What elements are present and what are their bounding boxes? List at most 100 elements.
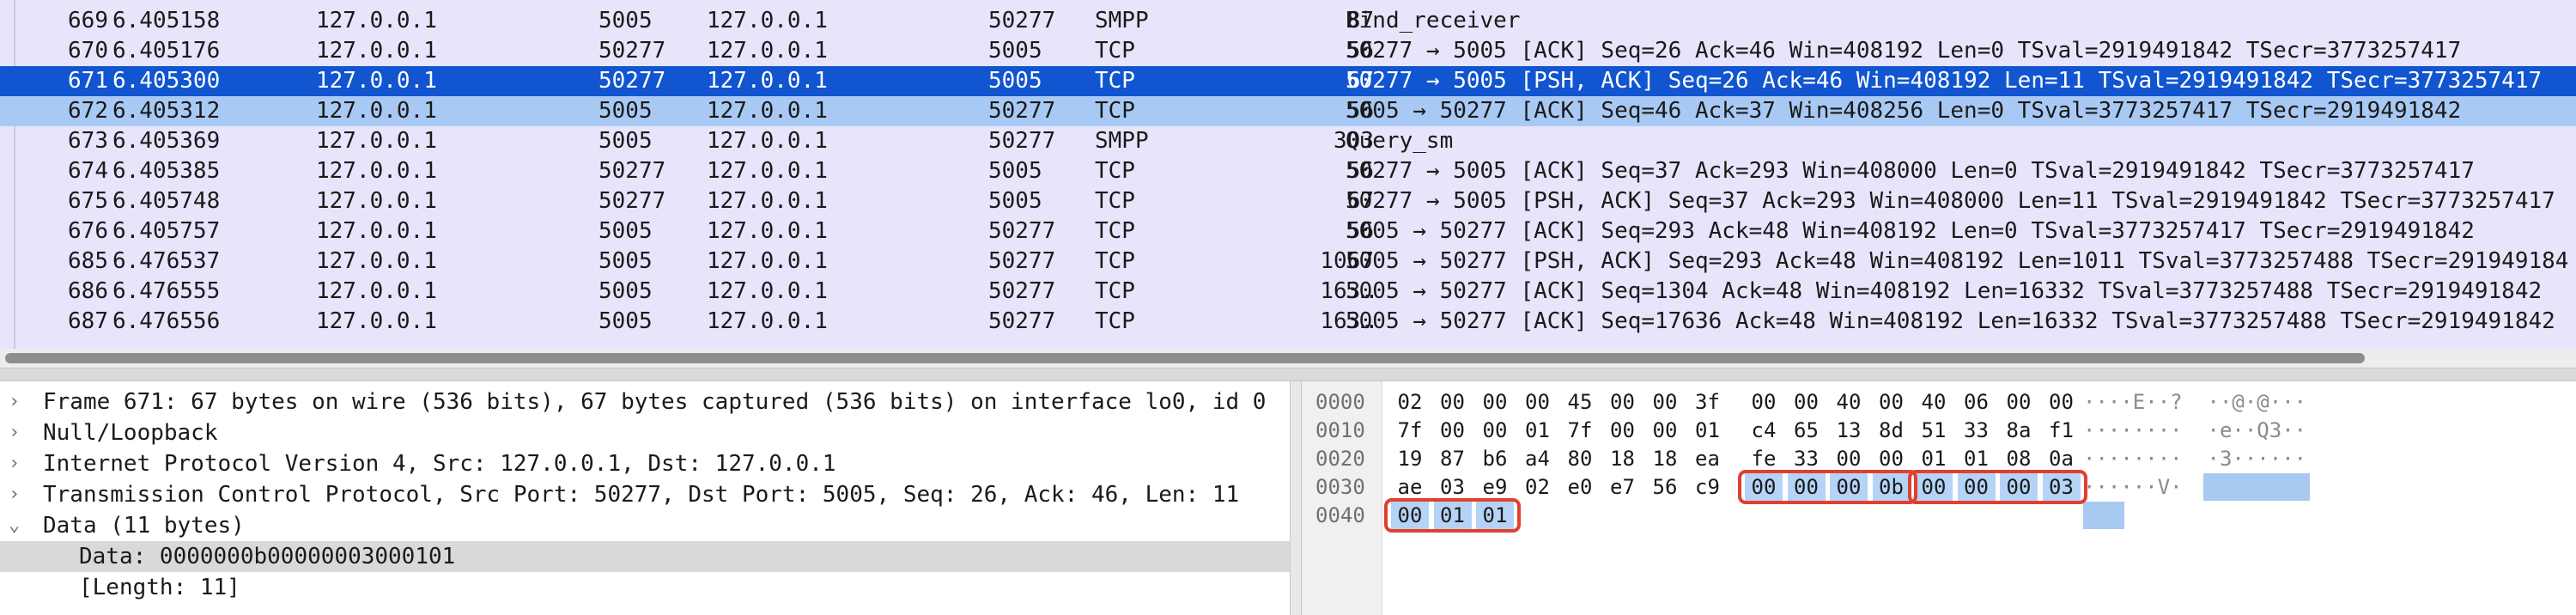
hex-byte[interactable]: 65 [1788,417,1826,444]
packet-row[interactable]: 674 6.405385 127.0.0.1 50277 127.0.0.1 5… [0,156,2576,186]
hex-byte[interactable]: 51 [1915,417,1953,444]
hex-byte[interactable]: 01 [1689,417,1727,444]
pane-splitter[interactable] [0,368,2576,381]
hex-byte[interactable]: 00 [2043,388,2081,416]
chevron-right-icon[interactable]: › [9,387,20,417]
hex-byte[interactable]: 8d [1873,417,1911,444]
hex-byte[interactable]: 00 [2000,388,2038,416]
hex-byte[interactable]: 00 [1476,388,1514,416]
hex-byte[interactable]: 87 [1434,445,1472,472]
tree-item-data-length[interactable]: [Length: 11] [0,572,1290,603]
hex-byte[interactable]: 18 [1646,445,1684,472]
hex-byte[interactable]: 40 [1830,388,1868,416]
hex-byte[interactable]: 02 [1391,388,1429,416]
hex-byte[interactable]: 02 [1519,473,1557,501]
hex-byte[interactable]: 00 [1745,388,1783,416]
hex-byte[interactable]: 56 [1646,473,1684,501]
packet-list[interactable]: 669 6.405158 127.0.0.1 5005 127.0.0.1 50… [0,0,2576,349]
scrollbar-thumb[interactable] [5,353,2365,363]
packet-row[interactable]: 685 6.476537 127.0.0.1 5005 127.0.0.1 50… [0,247,2576,277]
chevron-down-icon[interactable]: ⌄ [9,510,20,541]
tree-item-null-loopback[interactable]: › Null/Loopback [0,417,1290,448]
packet-details-tree[interactable]: › Frame 671: 67 bytes on wire (536 bits)… [0,381,1290,615]
hex-byte[interactable]: 7f [1391,417,1429,444]
packet-bytes-pane[interactable]: 0000 0010 0020 0030 0040 02 00 00 00 45 00 00 3f 00 00… [1302,381,2576,615]
hex-byte[interactable]: 0a [2043,445,2081,472]
packet-row[interactable]: 675 6.405748 127.0.0.1 50277 127.0.0.1 5… [0,186,2576,216]
hex-byte[interactable]: 40 [1915,388,1953,416]
hex-byte[interactable]: e9 [1476,473,1514,501]
packet-row[interactable]: 669 6.405158 127.0.0.1 5005 127.0.0.1 50… [0,6,2576,36]
hex-byte[interactable]: 00 [1519,388,1557,416]
packet-row[interactable]: 676 6.405757 127.0.0.1 5005 127.0.0.1 50… [0,216,2576,247]
hex-byte[interactable]: ae [1391,473,1429,501]
chevron-right-icon[interactable]: › [9,479,20,510]
tree-item-ipv4[interactable]: › Internet Protocol Version 4, Src: 127.… [0,448,1290,479]
chevron-right-icon[interactable]: › [9,417,20,448]
packet-row[interactable]: 673 6.405369 127.0.0.1 5005 127.0.0.1 50… [0,126,2576,156]
hex-byte[interactable]: 45 [1561,388,1599,416]
tree-item-data[interactable]: ⌄ Data (11 bytes) [0,510,1290,541]
packet-time: 6.476555 [112,278,221,304]
packet-row[interactable]: 687 6.476556 127.0.0.1 5005 127.0.0.1 50… [0,307,2576,337]
ascii-dump-line[interactable]: ········ ·3······ [2083,445,2306,472]
packet-src-port: 50277 [598,68,666,94]
hex-byte[interactable]: 00 [1434,417,1472,444]
hex-byte[interactable]: 01 [1915,445,1953,472]
hex-byte[interactable]: 33 [1788,445,1826,472]
hex-byte[interactable]: 00 [1873,445,1911,472]
ascii-dump-line[interactable]: ········ ·e··Q3·· [2083,417,2306,444]
hex-byte[interactable]: 00 [1873,388,1911,416]
hex-byte[interactable]: 00 [1434,388,1472,416]
hex-byte[interactable]: 13 [1830,417,1868,444]
hex-byte[interactable]: 08 [2000,445,2038,472]
packet-destination: 127.0.0.1 [707,68,828,94]
ascii-dump-line[interactable]: ····E··? ··@·@··· [2083,388,2306,416]
packet-dst-port: 50277 [988,98,1056,124]
tree-item-tcp[interactable]: › Transmission Control Protocol, Src Por… [0,479,1290,510]
hex-byte[interactable]: 00 [1788,388,1826,416]
hex-byte[interactable]: 3f [1689,388,1727,416]
packet-row-selected[interactable]: 671 6.405300 127.0.0.1 50277 127.0.0.1 5… [0,66,2576,96]
packet-row-related[interactable]: 672 6.405312 127.0.0.1 5005 127.0.0.1 50… [0,96,2576,126]
hex-byte[interactable]: c9 [1689,473,1727,501]
packet-source: 127.0.0.1 [316,68,437,94]
packet-number: 673 [68,128,108,154]
wireshark-window: 669 6.405158 127.0.0.1 5005 127.0.0.1 50… [0,0,2576,615]
hex-byte[interactable]: 00 [1604,417,1642,444]
packet-row[interactable]: 686 6.476555 127.0.0.1 5005 127.0.0.1 50… [0,277,2576,307]
hex-byte[interactable]: f1 [2043,417,2081,444]
chevron-right-icon[interactable]: › [9,448,20,479]
vertical-splitter[interactable] [1290,381,1302,615]
packet-info: 50277 → 5005 [ACK] Seq=26 Ack=46 Win=408… [1346,38,2462,64]
hex-byte[interactable]: 18 [1604,445,1642,472]
tree-item-data-value[interactable]: Data: 0000000b00000003000101 [0,541,1290,572]
packet-row[interactable]: 670 6.405176 127.0.0.1 50277 127.0.0.1 5… [0,36,2576,66]
hex-byte[interactable]: 00 [1830,445,1868,472]
hex-byte[interactable]: ea [1689,445,1727,472]
hex-byte[interactable]: fe [1745,445,1783,472]
hex-byte[interactable]: e7 [1604,473,1642,501]
hex-byte[interactable]: 7f [1561,417,1599,444]
packet-source: 127.0.0.1 [316,98,437,124]
hex-byte[interactable]: b6 [1476,445,1514,472]
hex-byte[interactable]: 00 [1604,388,1642,416]
hex-byte[interactable]: 00 [1646,417,1684,444]
hex-byte[interactable]: 06 [1958,388,1996,416]
hex-byte[interactable]: 33 [1958,417,1996,444]
hex-byte[interactable]: 00 [1646,388,1684,416]
byte-offset: 0010 [1315,418,1365,442]
hex-byte[interactable]: c4 [1745,417,1783,444]
hex-byte[interactable]: a4 [1519,445,1557,472]
tree-item-frame[interactable]: › Frame 671: 67 bytes on wire (536 bits)… [0,387,1290,417]
hex-byte[interactable]: 00 [1476,417,1514,444]
hex-byte[interactable]: 03 [1434,473,1472,501]
hex-byte[interactable]: 19 [1391,445,1429,472]
hex-byte[interactable]: 01 [1519,417,1557,444]
packet-src-port: 5005 [598,308,653,334]
hex-byte[interactable]: e0 [1561,473,1599,501]
packet-list-horizontal-scrollbar[interactable] [0,349,2576,368]
hex-byte[interactable]: 8a [2000,417,2038,444]
hex-byte[interactable]: 80 [1561,445,1599,472]
hex-byte[interactable]: 01 [1958,445,1996,472]
